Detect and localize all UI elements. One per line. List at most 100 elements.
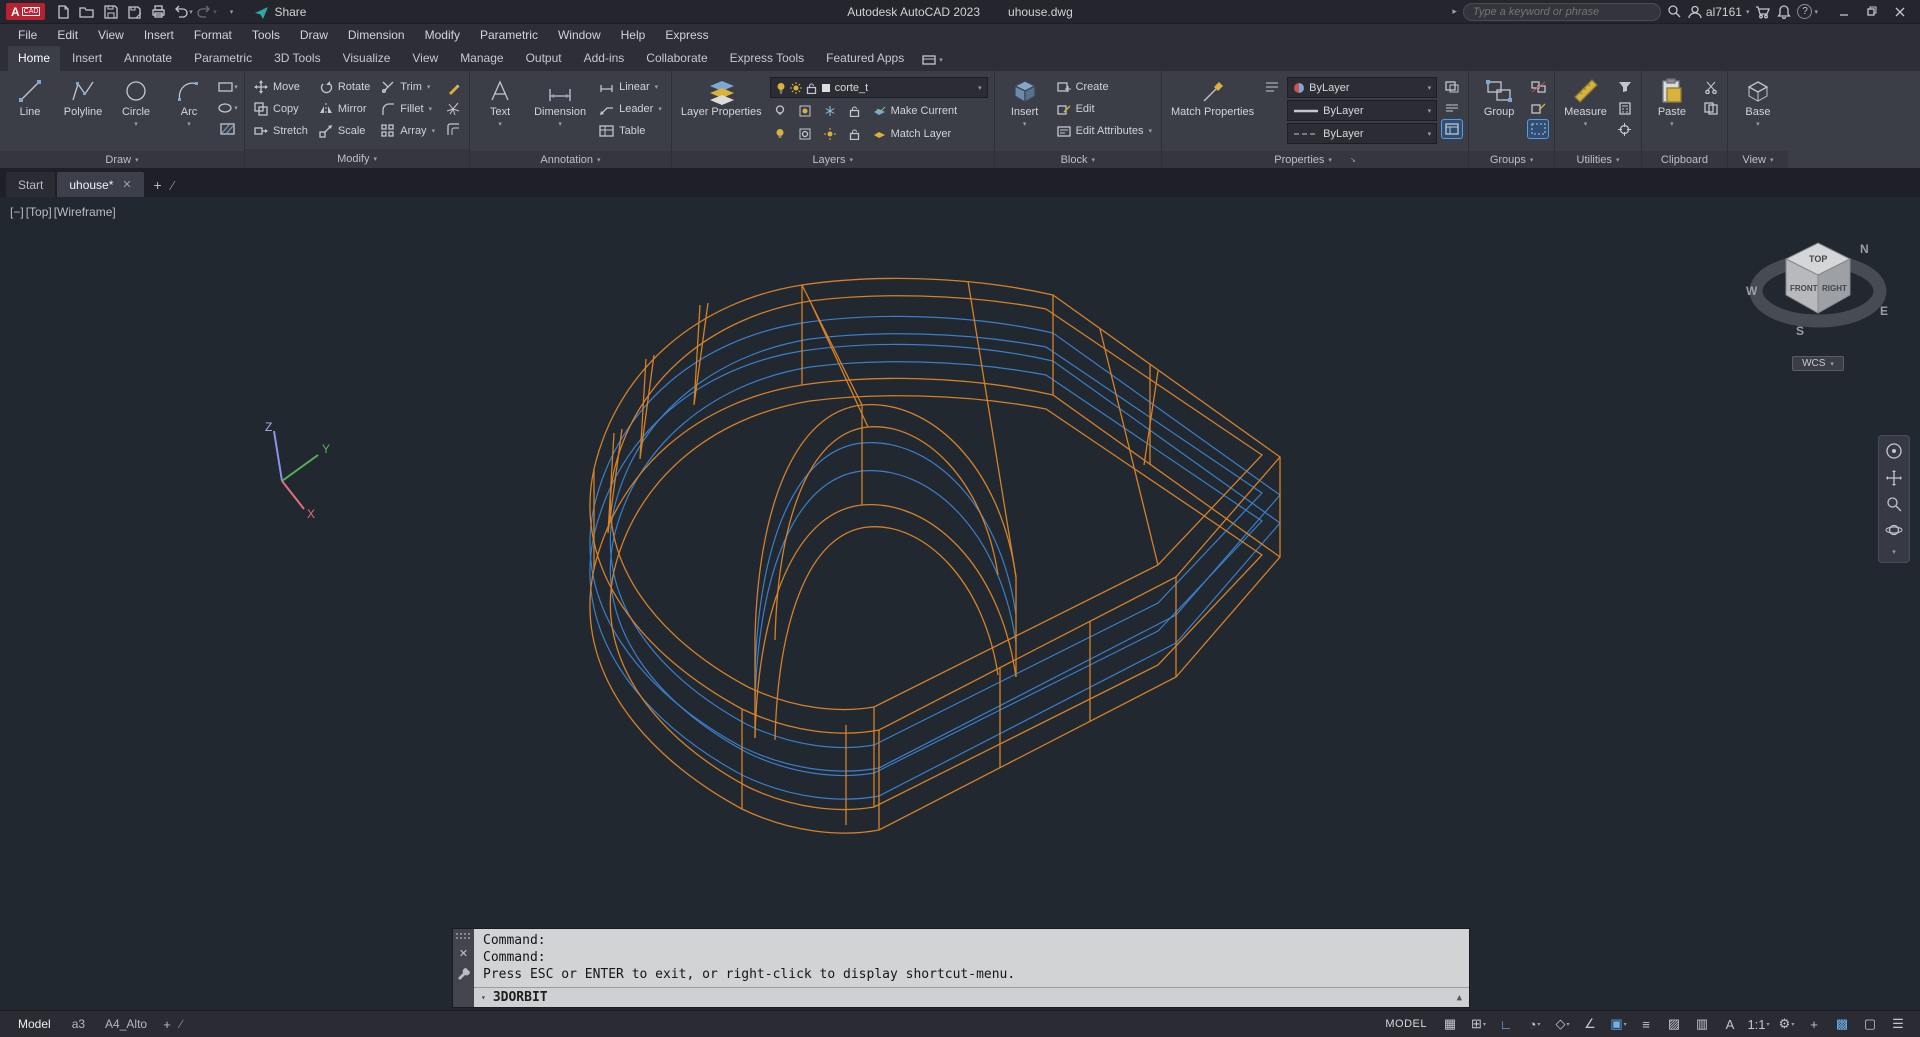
menu-item[interactable]: Draw [290, 25, 338, 45]
layer-isolate-icon[interactable] [795, 102, 815, 120]
status-tool-icon[interactable]: ⚙ ▾ [1773, 1013, 1800, 1035]
ribbon-tab[interactable]: Parametric [184, 46, 262, 71]
status-tool-icon[interactable]: ▣ ▾ [1605, 1013, 1632, 1035]
base-view-button[interactable]: Base ▾ [1734, 74, 1782, 148]
compass-south[interactable]: S [1796, 324, 1804, 338]
minimize-button[interactable] [1830, 0, 1858, 23]
circle-button[interactable]: Circle ▾ [112, 74, 160, 148]
offset-icon[interactable] [443, 120, 463, 138]
polyline-button[interactable]: Polyline [59, 74, 107, 148]
menu-item[interactable]: Window [548, 25, 611, 45]
panel-footer-properties[interactable]: Properties ▾ ↘ [1161, 151, 1469, 168]
open-file-icon[interactable] [76, 2, 97, 21]
edit-attributes-button[interactable]: Edit Attributes ▾ [1054, 121, 1155, 141]
menu-item[interactable]: File [8, 25, 47, 45]
ribbon-tab[interactable]: Visualize [333, 46, 401, 71]
compass-west[interactable]: W [1746, 284, 1758, 298]
panel-footer-modify[interactable]: Modify ▾ [245, 149, 470, 168]
copy-clip-icon[interactable] [1701, 99, 1721, 117]
status-tool-icon[interactable]: ≡ [1633, 1013, 1660, 1035]
move-button[interactable]: Move [251, 77, 311, 97]
quick-select-icon[interactable] [1615, 78, 1635, 96]
mirror-button[interactable]: Mirror [316, 99, 373, 119]
help-menu[interactable]: ? ▾ [1797, 4, 1818, 19]
explode-icon[interactable] [443, 99, 463, 117]
restore-button[interactable] [1858, 0, 1886, 23]
scale-button[interactable]: Scale [316, 121, 373, 141]
account-menu[interactable]: al7161 ▾ [1688, 5, 1749, 19]
paste-button[interactable]: Paste ▾ [1648, 74, 1696, 148]
hatch-icon[interactable] [218, 120, 238, 138]
command-close-icon[interactable]: ✕ [459, 947, 468, 960]
text-button[interactable]: Text ▾ [476, 74, 524, 148]
status-tool-icon[interactable]: A [1717, 1013, 1744, 1035]
status-tool-icon[interactable]: ∠ [1577, 1013, 1604, 1035]
lineweight-combo[interactable]: ByLayer ▾ [1287, 100, 1438, 121]
model-tab[interactable]: Model [8, 1011, 61, 1037]
drawing-canvas[interactable] [0, 197, 1920, 1010]
leader-button[interactable]: Leader ▾ [596, 99, 665, 119]
menu-item[interactable]: Modify [415, 25, 470, 45]
file-tab-uhouse[interactable]: uhouse* ✕ [57, 172, 144, 197]
undo-icon[interactable]: ▾ [172, 2, 193, 21]
ucs-icon[interactable]: Z Y X [252, 419, 342, 519]
qat-customize-icon[interactable]: ▾ [220, 2, 241, 21]
search-input[interactable] [1462, 2, 1661, 21]
fillet-button[interactable]: Fillet ▾ [378, 99, 438, 119]
layer-thaw-icon[interactable] [820, 125, 840, 143]
status-tool-icon[interactable]: 1:1 ▾ [1745, 1013, 1772, 1035]
viewport-visual-style-control[interactable]: [Wireframe] [54, 205, 116, 219]
layer-unlock-button-icon[interactable] [845, 125, 865, 143]
menu-item[interactable]: Format [184, 25, 242, 45]
table-button[interactable]: Table [596, 121, 665, 141]
trim-button[interactable]: Trim ▾ [378, 77, 438, 97]
ribbon-tab[interactable]: 3D Tools [264, 46, 330, 71]
copy-button[interactable]: Copy [251, 99, 311, 119]
menu-item[interactable]: Express [655, 25, 718, 45]
create-block-button[interactable]: Create [1054, 77, 1155, 97]
group-button[interactable]: Group [1475, 74, 1523, 148]
arc-button[interactable]: Arc ▾ [165, 74, 213, 148]
file-tab-overflow-icon[interactable]: ∕ [172, 178, 174, 193]
command-tools-wrench-icon[interactable] [457, 967, 470, 980]
layer-select-combo[interactable]: corte_t ▾ [769, 77, 988, 98]
panel-footer-utilities[interactable]: Utilities ▾ [1555, 151, 1641, 168]
command-scroll-up-icon[interactable]: ▲ [1457, 993, 1462, 1003]
status-tool-icon[interactable]: ▦ [1437, 1013, 1464, 1035]
edit-block-button[interactable]: Edit [1054, 99, 1155, 119]
layer-unisolate-icon[interactable] [795, 125, 815, 143]
plot-icon[interactable] [148, 2, 169, 21]
layout-tab-a4-alto[interactable]: A4_Alto [96, 1017, 156, 1031]
ribbon-tab[interactable]: Add-ins [574, 46, 635, 71]
status-tool-icon[interactable]: + [1801, 1013, 1828, 1035]
layout-tab-a3[interactable]: a3 [63, 1017, 94, 1031]
layer-freeze-icon[interactable] [820, 102, 840, 120]
array-button[interactable]: Array ▾ [378, 121, 438, 141]
recent-commands-icon[interactable]: ▾ [481, 993, 486, 1002]
ribbon-tab[interactable]: Express Tools [720, 46, 814, 71]
compass-east[interactable]: E [1880, 304, 1888, 318]
pan-icon[interactable] [1886, 470, 1902, 486]
model-viewport[interactable]: [−] [Top] [Wireframe] Z Y X W N E S TOP … [0, 197, 1920, 1010]
status-tool-icon[interactable]: ◔ ▾ [1521, 1013, 1548, 1035]
quick-calc-icon[interactable] [1615, 99, 1635, 117]
ribbon-tab[interactable]: Output [516, 46, 572, 71]
erase-icon[interactable] [443, 78, 463, 96]
cut-icon[interactable] [1701, 78, 1721, 96]
ungroup-icon[interactable] [1528, 78, 1548, 96]
layer-off-icon[interactable] [770, 102, 790, 120]
app-store-cart-icon[interactable] [1755, 5, 1771, 19]
rotate-button[interactable]: Rotate [316, 77, 373, 97]
close-button[interactable] [1886, 0, 1914, 23]
id-point-icon[interactable] [1615, 120, 1635, 138]
layout-list-icon[interactable]: ∕ [180, 1017, 182, 1031]
layer-properties-button[interactable]: Layer Properties [678, 74, 765, 148]
menu-item[interactable]: View [88, 25, 134, 45]
make-current-button[interactable]: Make Current [870, 101, 961, 121]
menu-item[interactable]: Help [611, 25, 656, 45]
match-layer-button[interactable]: Match Layer [870, 124, 955, 144]
status-tool-icon[interactable]: ▨ [1661, 1013, 1688, 1035]
ribbon-tab[interactable]: Annotate [114, 46, 182, 71]
menu-item[interactable]: Tools [242, 25, 290, 45]
new-file-icon[interactable] [52, 2, 73, 21]
